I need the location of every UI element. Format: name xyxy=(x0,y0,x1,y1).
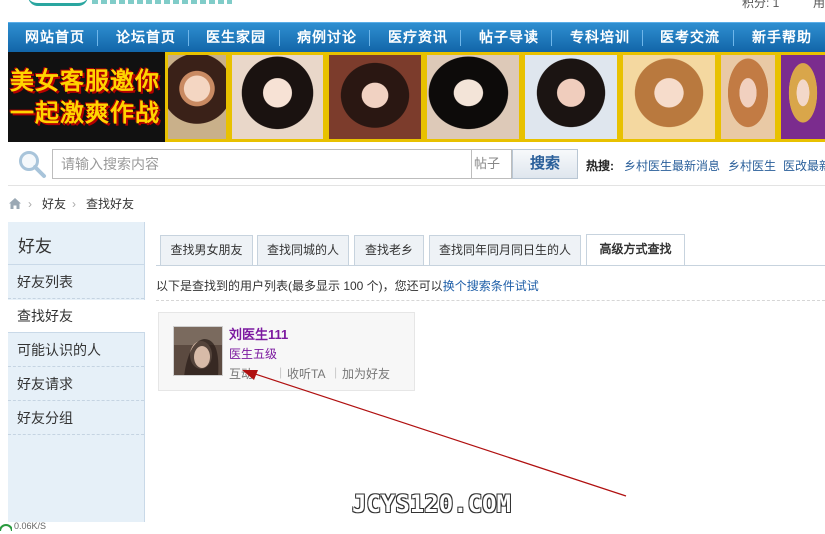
search-box xyxy=(52,149,472,179)
avatar-photo xyxy=(174,327,222,375)
top-strip: 积分: 1 用 xyxy=(0,0,825,22)
divider xyxy=(8,185,825,186)
sidebar-title: 好友 xyxy=(18,237,52,256)
tab-find-same-birthday[interactable]: 查找同年同月同日生的人 xyxy=(429,235,581,265)
top-right-link[interactable]: 用 xyxy=(813,0,825,11)
nav-divider xyxy=(733,30,734,46)
nav-specialty-training[interactable]: 专科培训 xyxy=(570,23,630,52)
search-bar: 帖子 搜索 热搜: 乡村医生最新消息 乡村医生 医改最新 xyxy=(8,142,825,186)
user-card: 刘医生111 医生五级 互动 | 收听TA | 加为好友 xyxy=(158,312,415,391)
action-divider: | xyxy=(279,365,283,379)
sidebar-item-friend-groups[interactable]: 好友分组 xyxy=(8,402,144,435)
nav-divider xyxy=(369,30,370,46)
portrait-image xyxy=(229,52,326,142)
search-button[interactable]: 搜索 xyxy=(512,149,578,179)
follow-link[interactable]: 收听TA xyxy=(287,365,325,382)
hot-search-link[interactable]: 乡村医生最新消息 xyxy=(624,157,720,174)
main-content: 查找男女朋友 查找同城的人 查找老乡 查找同年同月同日生的人 高级方式查找 以下… xyxy=(146,222,825,522)
nav-case-discussion[interactable]: 病例讨论 xyxy=(297,23,357,52)
search-type-select[interactable]: 帖子 xyxy=(472,149,512,179)
nav-newbie-help[interactable]: 新手帮助 xyxy=(752,23,812,52)
nav-divider xyxy=(97,30,98,46)
ad-slogan-line: 一起激爽作战 xyxy=(10,98,160,127)
friends-sidebar: 好友 好友列表 查找好友 可能认识的人 好友请求 好友分组 xyxy=(8,222,145,522)
nav-post-guide[interactable]: 帖子导读 xyxy=(479,23,539,52)
breadcrumb-current: 查找好友 xyxy=(86,197,135,211)
network-icon xyxy=(0,524,13,534)
sidebar-item-friend-list[interactable]: 好友列表 xyxy=(8,266,144,299)
portrait-image xyxy=(424,52,522,142)
nav-divider xyxy=(188,30,189,46)
hot-search-link[interactable]: 乡村医生 xyxy=(728,157,776,174)
divider xyxy=(156,265,825,266)
tab-find-hometown[interactable]: 查找老乡 xyxy=(354,235,424,265)
chevron-right-icon: › xyxy=(28,197,32,211)
site-watermark: JCYS120.COM xyxy=(352,490,511,518)
hot-search-label: 热搜: xyxy=(586,159,614,173)
main-nav: 网站首页 论坛首页 医生家园 病例讨论 医疗资讯 帖子导读 专科培训 医考交流 … xyxy=(8,22,825,52)
avatar[interactable] xyxy=(173,326,223,376)
sidebar-item-find-friends[interactable]: 查找好友 xyxy=(8,300,145,333)
nav-exam-exchange[interactable]: 医考交流 xyxy=(660,23,720,52)
nav-divider xyxy=(279,30,280,46)
credits-text: 积分: 1 xyxy=(742,0,780,10)
nav-divider xyxy=(460,30,461,46)
portrait-image xyxy=(718,52,778,142)
nav-doctor-home[interactable]: 医生家园 xyxy=(206,23,266,52)
home-icon[interactable] xyxy=(8,197,22,210)
portrait-image xyxy=(620,52,718,142)
search-input[interactable] xyxy=(61,150,461,178)
hot-search-link[interactable]: 医改最新 xyxy=(783,157,825,174)
portrait-image xyxy=(165,52,229,142)
tab-find-same-city[interactable]: 查找同城的人 xyxy=(257,235,349,265)
site-logo-text xyxy=(92,0,232,4)
action-divider: | xyxy=(334,365,338,379)
nav-divider xyxy=(551,30,552,46)
nav-divider xyxy=(642,30,643,46)
result-note: 以下是查找到的用户列表(最多显示 100 个)，您还可以换个搜索条件试试 xyxy=(156,277,539,294)
portrait-image xyxy=(778,52,825,142)
portrait-image xyxy=(522,52,620,142)
nav-forum[interactable]: 论坛首页 xyxy=(116,23,176,52)
interact-link[interactable]: 互动 xyxy=(229,365,253,382)
breadcrumb-friends[interactable]: 好友 xyxy=(42,194,66,214)
sidebar-item-friend-requests[interactable]: 好友请求 xyxy=(8,368,144,401)
nav-medical-news[interactable]: 医疗资讯 xyxy=(388,23,448,52)
nav-home[interactable]: 网站首页 xyxy=(25,23,85,52)
ad-slogan-line: 美女客服邀你 xyxy=(10,66,160,95)
user-level: 医生五级 xyxy=(229,347,278,361)
result-note-text: 以下是查找到的用户列表(最多显示 100 个)，您还可以 xyxy=(156,279,443,293)
add-friend-link[interactable]: 加为好友 xyxy=(342,365,390,382)
sidebar-item-people-you-may-know[interactable]: 可能认识的人 xyxy=(8,334,144,367)
divider xyxy=(8,264,145,265)
ad-slogan: 美女客服邀你 一起激爽作战 xyxy=(8,52,168,142)
divider xyxy=(156,300,825,301)
change-search-link[interactable]: 换个搜索条件试试 xyxy=(443,279,539,293)
ad-banner[interactable]: 美女客服邀你 一起激爽作战 xyxy=(8,52,825,142)
site-logo[interactable] xyxy=(28,0,88,6)
portrait-image xyxy=(326,52,424,142)
network-speed: 0.06K/S xyxy=(14,521,47,531)
chevron-right-icon: › xyxy=(72,197,76,211)
tab-find-partner[interactable]: 查找男女朋友 xyxy=(160,235,253,265)
tab-advanced-search[interactable]: 高级方式查找 xyxy=(586,234,685,266)
search-icon xyxy=(19,151,46,178)
user-name-link[interactable]: 刘医生111 xyxy=(229,324,288,343)
